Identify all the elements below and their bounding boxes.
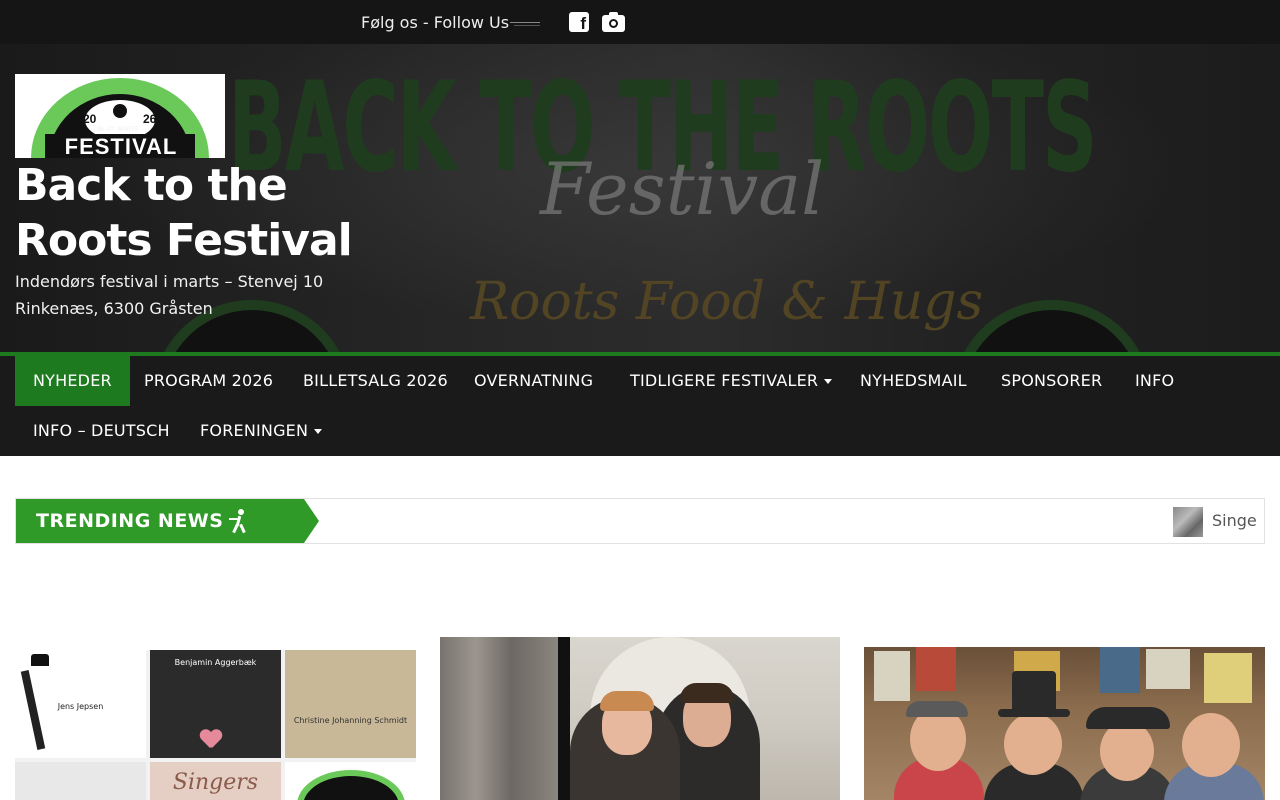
banner-tagline-art: Roots Food & Hugs <box>470 272 984 332</box>
banner-script-art: Festival <box>540 147 825 231</box>
follow-divider <box>510 22 540 26</box>
guitar-icon <box>113 104 127 118</box>
camera-icon[interactable] <box>602 11 625 33</box>
post-image-singers[interactable]: Jens Jepsen Benjamin Aggerbæk Christine … <box>15 650 416 800</box>
nav-item-billetsalg[interactable]: BILLETSALG 2026 <box>285 356 466 406</box>
chevron-down-icon <box>824 379 833 384</box>
trending-news-label: TRENDING NEWS <box>16 499 319 543</box>
site-logo[interactable]: 20 26 06.-07. MARTS FESTIVAL <box>15 74 225 158</box>
nav-item-info-deutsch[interactable]: INFO – DEUTSCH <box>15 406 188 456</box>
facebook-icon[interactable]: f <box>569 12 589 33</box>
ticker-link[interactable]: Singe <box>1212 508 1257 534</box>
nav-item-foreningen[interactable]: FORENINGEN <box>182 406 340 456</box>
nav-item-overnatning[interactable]: OVERNATNING <box>456 356 611 406</box>
post-image-duo[interactable] <box>440 637 840 800</box>
collage-tile <box>285 762 416 800</box>
nav-item-nyhedsmail[interactable]: NYHEDSMAIL <box>842 356 985 406</box>
site-description: Indendørs festival i marts – Stenvej 10 … <box>15 272 324 318</box>
collage-tile: Jens Jepsen <box>15 650 146 758</box>
collage-tile: Christine Johanning Schmidt <box>285 650 416 758</box>
nav-item-program[interactable]: PROGRAM 2026 <box>126 356 291 406</box>
nav-item-nyheder[interactable]: NYHEDER <box>15 356 130 406</box>
trending-news-bar: TRENDING NEWS Singe <box>15 498 1265 544</box>
chevron-down-icon <box>314 429 323 434</box>
top-bar: Følg os - Follow Us f <box>0 0 1280 44</box>
post-image-band[interactable] <box>864 647 1265 800</box>
collage-tile: Singers <box>150 762 281 800</box>
collage-tile: Benjamin Aggerbæk <box>150 650 281 758</box>
main-navigation: NYHEDER PROGRAM 2026 BILLETSALG 2026 OVE… <box>0 352 1280 456</box>
collage-tile <box>15 762 146 800</box>
nav-item-sponsorer[interactable]: SPONSORER <box>983 356 1120 406</box>
follow-us-label: Følg os - Follow Us <box>361 13 510 32</box>
walking-icon <box>226 509 250 534</box>
ticker-thumbnail[interactable] <box>1173 507 1203 537</box>
heart-icon <box>200 730 222 750</box>
nav-item-info[interactable]: INFO <box>1117 356 1192 406</box>
site-title[interactable]: Back to the Roots Festival <box>15 158 435 268</box>
nav-item-tidligere-festivaler[interactable]: TIDLIGERE FESTIVALER <box>612 356 850 406</box>
clarinet <box>558 637 570 800</box>
festival-logo-mini <box>297 770 405 800</box>
